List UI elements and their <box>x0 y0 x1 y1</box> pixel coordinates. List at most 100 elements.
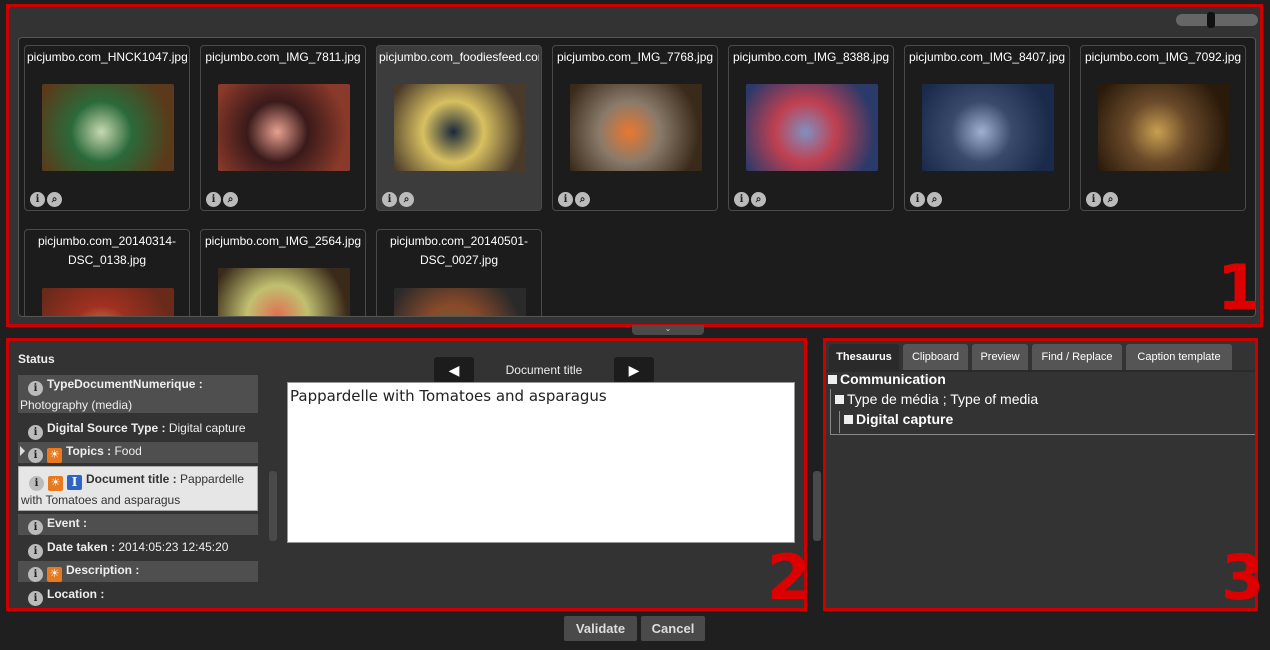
info-icon[interactable]: i <box>28 567 43 582</box>
meta-row-description[interactable]: i ☀ Description : <box>18 561 258 582</box>
thumbnail-image[interactable] <box>42 84 174 171</box>
meta-label: Event : <box>47 516 88 530</box>
thumbnail-card[interactable]: picjumbo.com_20140501-DSC_0027.jpgi⌕ <box>376 229 542 316</box>
thumbnail-image[interactable] <box>42 288 174 316</box>
info-icon[interactable]: i <box>558 192 573 207</box>
thumbnail-image[interactable] <box>746 84 878 171</box>
thumbnail-filename: picjumbo.com_IMG_8388.jpg <box>732 50 890 64</box>
tab-preview[interactable]: Preview <box>972 344 1028 371</box>
thesaurus-icon[interactable]: ☀ <box>47 448 62 463</box>
thumbnail-card[interactable]: picjumbo.com_IMG_2564.jpgi⌕ <box>200 229 366 316</box>
info-icon[interactable]: i <box>910 192 925 207</box>
collapse-box-icon[interactable] <box>835 395 844 404</box>
thumbnail-card[interactable]: picjumbo.com_HNCK1047.jpgi ⌕ <box>24 45 190 211</box>
thumbnail-filename: picjumbo.com_IMG_8407.jpg <box>908 50 1066 64</box>
magnify-icon[interactable]: ⌕ <box>575 192 590 207</box>
meta-row-date-taken[interactable]: i Date taken : 2014:05:23 12:45:20 <box>18 538 258 559</box>
magnify-icon[interactable]: ⌕ <box>751 192 766 207</box>
thumbnail-image[interactable] <box>218 268 350 316</box>
meta-label: Description : <box>66 563 140 577</box>
tree-guide-line <box>830 434 1255 435</box>
region-number-2: 2 <box>767 541 811 614</box>
thumbnail-card[interactable]: picjumbo.com_20140314-DSC_0138.jpgi⌕ <box>24 229 190 316</box>
zoom-slider[interactable] <box>1176 12 1258 28</box>
info-icon[interactable]: i <box>29 476 44 491</box>
meta-label: Document title : <box>86 472 177 486</box>
resize-handle-right[interactable] <box>813 471 821 541</box>
info-icon[interactable]: i <box>1086 192 1101 207</box>
thesaurus-icon[interactable]: ☀ <box>48 476 63 491</box>
thumbnail-card[interactable]: picjumbo.com_IMG_8388.jpgi ⌕ <box>728 45 894 211</box>
thumbnail-image[interactable] <box>1098 84 1230 171</box>
meta-value: Digital capture <box>168 421 246 435</box>
field-value-editor[interactable]: Pappardelle with Tomatoes and asparagus <box>287 382 795 543</box>
meta-row-topics[interactable]: i ☀ Topics : Food <box>18 442 258 463</box>
zoom-slider-thumb[interactable] <box>1207 12 1215 28</box>
info-icon[interactable]: i <box>28 591 43 606</box>
tab-caption-template[interactable]: Caption template <box>1126 344 1232 371</box>
info-icon[interactable]: i <box>28 448 43 463</box>
resize-handle-left[interactable] <box>269 471 277 541</box>
thumbnail-image[interactable] <box>218 84 350 171</box>
info-icon[interactable]: i <box>734 192 749 207</box>
tab-clipboard[interactable]: Clipboard <box>903 344 968 371</box>
tree-node-digital-capture[interactable]: Digital capture <box>844 411 953 427</box>
thumbnail-card[interactable]: picjumbo.com_IMG_7811.jpg i ⌕ <box>200 45 366 211</box>
thumbnail-filename: picjumbo.com_20140501-DSC_0027.jpg <box>389 234 529 267</box>
thumbnail-card[interactable]: picjumbo.com_foodiesfeed.com i ⌕ <box>376 45 542 211</box>
tree-node-label: Type de média ; Type of media <box>847 391 1039 407</box>
meta-row-event[interactable]: i Event : <box>18 514 258 535</box>
meta-row-location[interactable]: i Location : <box>18 585 258 606</box>
tree-node-communication[interactable]: Communication <box>828 371 946 387</box>
info-icon[interactable]: i <box>206 192 221 207</box>
leaf-box-icon[interactable] <box>844 415 853 424</box>
thumbnail-image[interactable] <box>922 84 1054 171</box>
collapse-box-icon[interactable] <box>828 375 837 384</box>
thumbnail-image[interactable] <box>394 84 526 171</box>
info-icon[interactable]: i <box>382 192 397 207</box>
tab-thesaurus[interactable]: Thesaurus <box>829 344 899 371</box>
tree-node-label: Digital capture <box>856 411 954 427</box>
text-cursor-icon[interactable]: I <box>67 475 82 490</box>
info-icon[interactable]: i <box>28 381 43 396</box>
meta-value: 2014:05:23 12:45:20 <box>118 540 229 554</box>
meta-row-digital-source[interactable]: i Digital Source Type : Digital capture <box>18 419 258 440</box>
magnify-icon[interactable]: ⌕ <box>399 192 414 207</box>
info-icon[interactable]: i <box>28 520 43 535</box>
previous-field-button[interactable]: ◀ <box>434 357 474 383</box>
meta-label: TypeDocumentNumerique : <box>47 377 203 391</box>
thumbnail-image[interactable] <box>394 288 526 316</box>
validate-button[interactable]: Validate <box>564 616 637 641</box>
status-heading: Status <box>18 352 55 366</box>
thumbnail-filename: picjumbo.com_HNCK1047.jpg <box>27 50 187 64</box>
info-icon[interactable]: i <box>28 425 43 440</box>
thesaurus-panel: Thesaurus Clipboard Preview Find / Repla… <box>823 338 1264 611</box>
tree-guide-line <box>830 389 831 435</box>
thumbnail-image[interactable] <box>570 84 702 171</box>
tree-node-type-de-media[interactable]: Type de média ; Type of media <box>835 391 1038 407</box>
tab-find-replace[interactable]: Find / Replace <box>1032 344 1122 371</box>
magnify-icon[interactable]: ⌕ <box>1103 192 1118 207</box>
cancel-button[interactable]: Cancel <box>641 616 705 641</box>
meta-value: Food <box>114 444 142 458</box>
expand-arrow-icon[interactable] <box>20 446 25 456</box>
meta-row-type-document[interactable]: i TypeDocumentNumerique : Photography (me… <box>18 375 258 413</box>
magnify-icon[interactable]: ⌕ <box>47 192 62 207</box>
thumbnail-card[interactable]: picjumbo.com_IMG_7092.jpg i ⌕ <box>1080 45 1246 211</box>
thumbnail-card[interactable]: picjumbo.com_IMG_8407.jpgi ⌕ <box>904 45 1070 211</box>
thumbnail-filename: picjumbo.com_IMG_2564.jpg <box>204 234 362 248</box>
thumbnail-card[interactable]: picjumbo.com_IMG_7768.jpg i ⌕ <box>552 45 718 211</box>
thumbnail-grid: picjumbo.com_HNCK1047.jpg i ⌕ picjumbo.com_… <box>18 37 1256 317</box>
info-icon[interactable]: i <box>30 192 45 207</box>
thesaurus-icon[interactable]: ☀ <box>47 567 62 582</box>
tree-guide-line <box>839 411 840 433</box>
magnify-icon[interactable]: ⌕ <box>223 192 238 207</box>
collapse-panel-handle[interactable]: ⌄ <box>632 325 704 335</box>
region-number-3: 3 <box>1221 541 1265 614</box>
thumbnail-filename: picjumbo.com_20140314-DSC_0138.jpg <box>37 234 177 267</box>
meta-row-document-title[interactable]: i ☀ I Document title : Pappardelle with Tom… <box>18 466 258 511</box>
image-browser-panel: picjumbo.com_HNCK1047.jpg i ⌕ picjumbo.com_… <box>6 4 1263 327</box>
info-icon[interactable]: i <box>28 544 43 559</box>
next-field-button[interactable]: ▶ <box>614 357 654 383</box>
magnify-icon[interactable]: ⌕ <box>927 192 942 207</box>
